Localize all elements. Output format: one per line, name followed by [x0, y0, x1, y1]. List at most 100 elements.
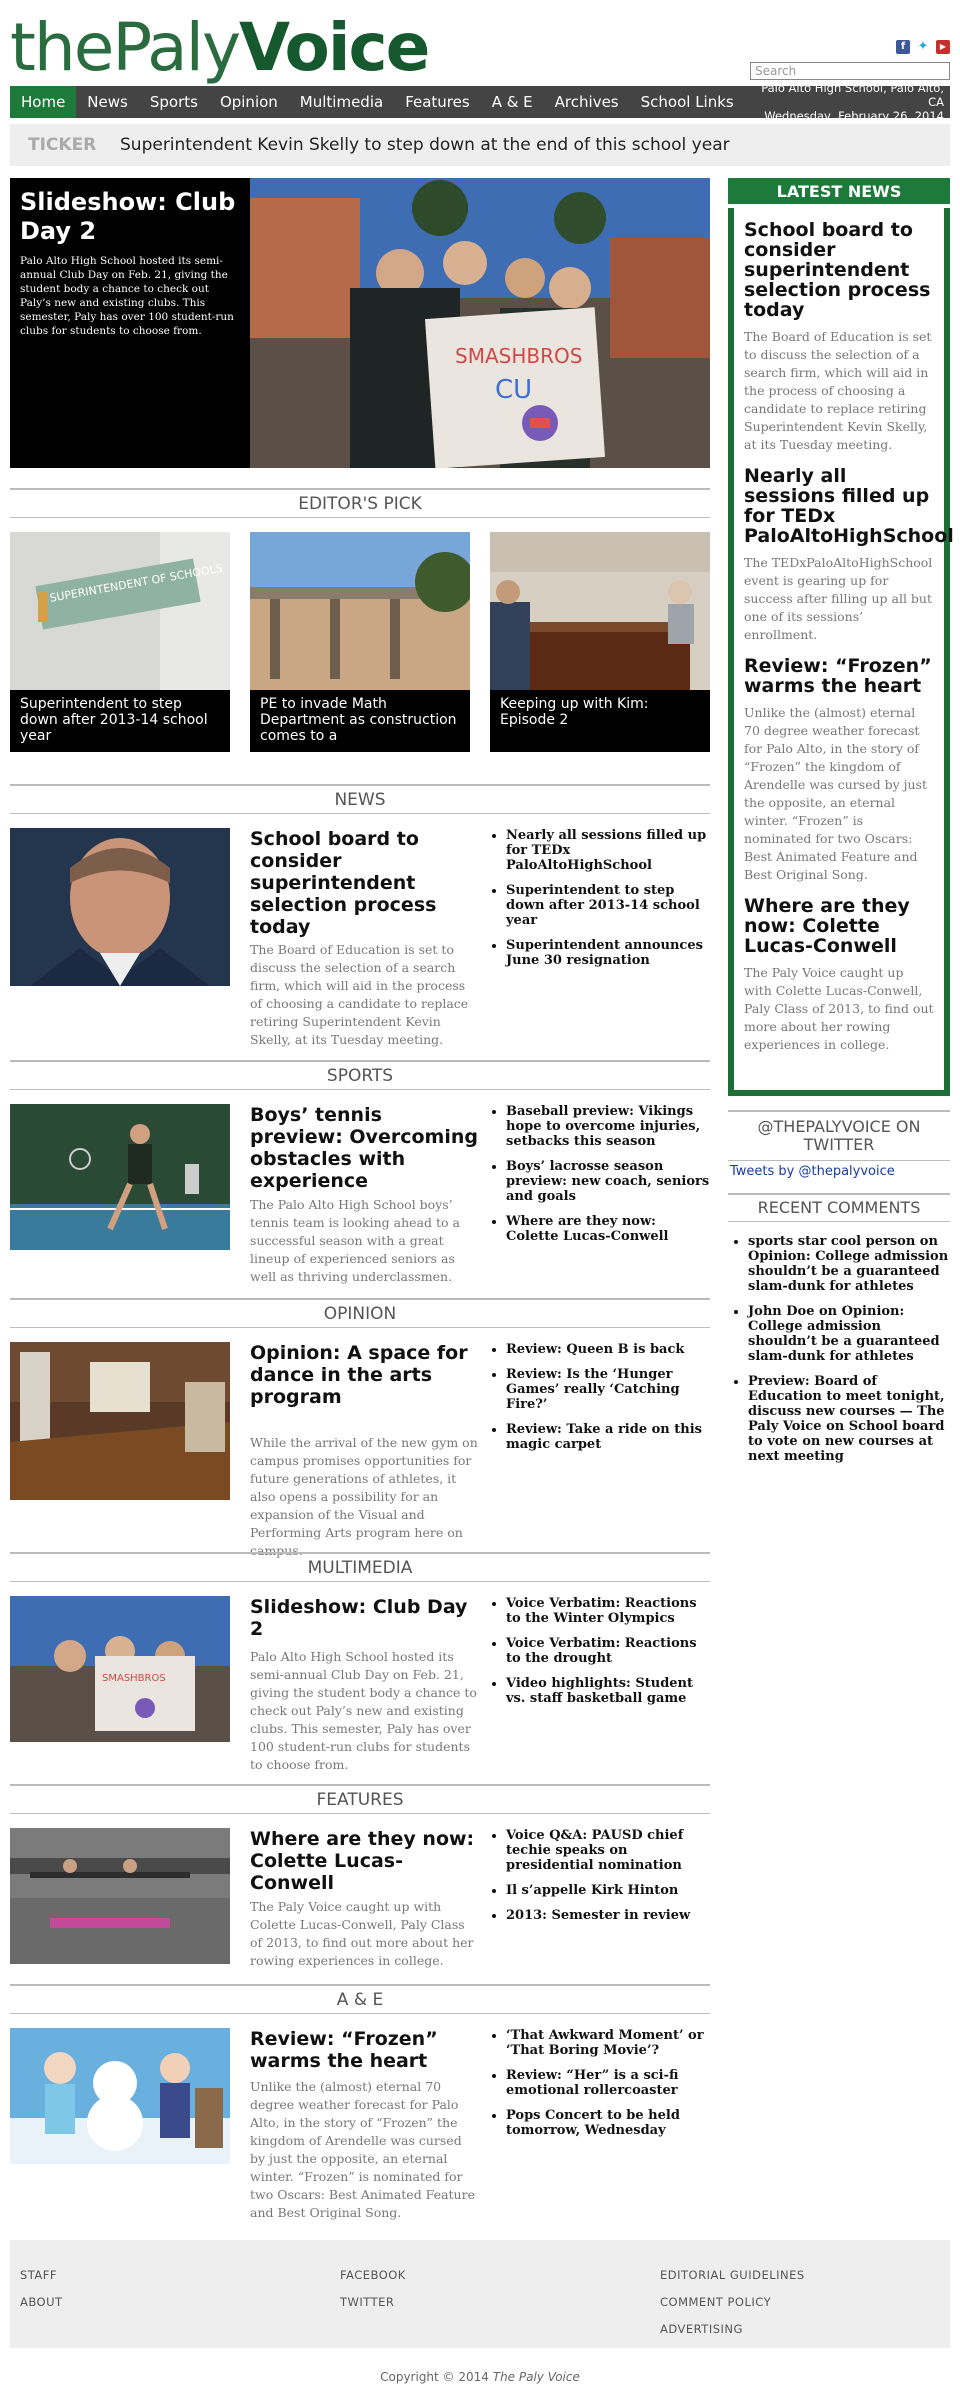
- opinion-link[interactable]: Review: Queen B is back: [506, 1342, 710, 1357]
- latest-item: Where are they now: Colette Lucas-Conwel…: [734, 896, 944, 1054]
- opinion-link[interactable]: Review: Take a ride on this magic carpet: [506, 1422, 710, 1452]
- features-title[interactable]: Where are they now: Colette Lucas-Conwel…: [250, 1828, 480, 1894]
- multimedia-title[interactable]: Slideshow: Club Day 2: [250, 1596, 480, 1640]
- a-and-e-summary: Unlike the (almost) eternal 70 degree we…: [250, 2079, 475, 2220]
- site-logo[interactable]: thePalyVoice: [10, 9, 430, 86]
- a-and-e-photo[interactable]: [10, 2028, 230, 2164]
- footer: STAFF ABOUT FACEBOOK TWITTER EDITORIAL G…: [10, 2240, 950, 2348]
- latest-summary: The Paly Voice caught up with Colette Lu…: [744, 965, 934, 1052]
- news-link[interactable]: Superintendent to step down after 2013-1…: [506, 883, 710, 928]
- featured-slideshow[interactable]: Slideshow: Club Day 2 Palo Alto High Sch…: [10, 178, 710, 468]
- ticker-label: TICKER: [28, 135, 97, 155]
- recent-comment[interactable]: sports star cool person on Opinion: Coll…: [748, 1234, 950, 1294]
- editors-pick-title: Superintendent to step down after 2013-1…: [10, 690, 230, 752]
- masthead: thePalyVoice f ✦ ▶ Search: [10, 0, 950, 86]
- current-date: Wednesday, February 26, 2014: [764, 109, 944, 123]
- nav-sports[interactable]: Sports: [139, 86, 209, 118]
- editors-pick-card[interactable]: PE to invade Math Department as construc…: [250, 532, 475, 752]
- opinion-links: Review: Queen B is back Review: Is the ‘…: [490, 1342, 710, 1462]
- nav-home[interactable]: Home: [10, 86, 77, 118]
- featured-caption: Slideshow: Club Day 2 Palo Alto High Sch…: [10, 178, 250, 468]
- youtube-icon[interactable]: ▶: [936, 40, 950, 54]
- news-link[interactable]: Nearly all sessions filled up for TEDx P…: [506, 828, 710, 873]
- features-link[interactable]: 2013: Semester in review: [506, 1908, 710, 1923]
- footer-link-about[interactable]: ABOUT: [20, 2289, 63, 2316]
- features-link[interactable]: Voice Q&A: PAUSD chief techie speaks on …: [506, 1828, 710, 1873]
- a-and-e-title[interactable]: Review: “Frozen” warms the heart: [250, 2028, 480, 2072]
- multimedia-link[interactable]: Voice Verbatim: Reactions to the drought: [506, 1636, 710, 1666]
- sports-link[interactable]: Where are they now: Colette Lucas-Conwel…: [506, 1214, 710, 1244]
- featured-photo: SMASHBROS CU: [250, 178, 710, 468]
- location-date: Palo Alto High School, Palo Alto, CA Wedn…: [745, 81, 950, 123]
- opinion-title[interactable]: Opinion: A space for dance in the arts p…: [250, 1342, 480, 1408]
- sports-heading[interactable]: SPORTS: [10, 1060, 710, 1090]
- news-links: Nearly all sessions filled up for TEDx P…: [490, 828, 710, 978]
- latest-item: Review: “Frozen” warms the heart Unlike …: [734, 656, 944, 884]
- editors-pick-card[interactable]: Keeping up with Kim: Episode 2: [490, 532, 710, 752]
- featured-title[interactable]: Slideshow: Club Day 2: [20, 188, 240, 246]
- nav-multimedia[interactable]: Multimedia: [289, 86, 394, 118]
- news-link[interactable]: Superintendent announces June 30 resigna…: [506, 938, 710, 968]
- features-photo[interactable]: [10, 1828, 230, 1964]
- twitter-feed-link[interactable]: Tweets by @thepalyvoice: [730, 1164, 895, 1179]
- footer-link-staff[interactable]: STAFF: [20, 2262, 63, 2289]
- facebook-icon[interactable]: f: [896, 40, 910, 54]
- footer-link-comment-policy[interactable]: COMMENT POLICY: [660, 2289, 805, 2316]
- nav-features[interactable]: Features: [394, 86, 481, 118]
- news-photo[interactable]: [10, 828, 230, 986]
- logo-voice: Voice: [239, 9, 430, 86]
- logo-the: the: [10, 9, 114, 86]
- features-heading[interactable]: FEATURES: [10, 1784, 710, 1814]
- multimedia-photo[interactable]: SMASHBROS: [10, 1596, 230, 1742]
- news-section: School board to consider superintendent …: [10, 828, 710, 1060]
- a-and-e-heading[interactable]: A & E: [10, 1984, 710, 2014]
- footer-col-1: STAFF ABOUT: [20, 2262, 63, 2316]
- footer-link-editorial-guidelines[interactable]: EDITORIAL GUIDELINES: [660, 2262, 805, 2289]
- nav-school-links[interactable]: School Links: [630, 86, 745, 118]
- latest-summary: The TEDxPaloAltoHighSchool event is gear…: [744, 555, 933, 642]
- editors-pick-card[interactable]: SUPERINTENDENT OF SCHOOLS Superintendent…: [10, 532, 230, 752]
- sports-photo[interactable]: [10, 1104, 230, 1250]
- sports-title[interactable]: Boys’ tennis preview: Overcoming obstacl…: [250, 1104, 480, 1192]
- nav-news[interactable]: News: [76, 86, 139, 118]
- multimedia-link[interactable]: Voice Verbatim: Reactions to the Winter …: [506, 1596, 710, 1626]
- recent-comment[interactable]: Preview: Board of Education to meet toni…: [748, 1374, 950, 1464]
- latest-title[interactable]: Nearly all sessions filled up for TEDx P…: [744, 466, 954, 546]
- nav-archives[interactable]: Archives: [544, 86, 630, 118]
- latest-title[interactable]: Review: “Frozen” warms the heart: [744, 656, 934, 696]
- editors-pick-heading: EDITOR'S PICK: [10, 488, 710, 518]
- ticker-headline[interactable]: Superintendent Kevin Skelly to step down…: [120, 135, 730, 155]
- twitter-icon[interactable]: ✦: [916, 40, 930, 54]
- latest-title[interactable]: School board to consider superintendent …: [744, 220, 934, 320]
- multimedia-heading[interactable]: MULTIMEDIA: [10, 1552, 710, 1582]
- sports-link[interactable]: Baseball preview: Vikings hope to overco…: [506, 1104, 710, 1149]
- footer-link-twitter[interactable]: TWITTER: [340, 2289, 406, 2316]
- features-link[interactable]: Il s’appelle Kirk Hinton: [506, 1883, 710, 1898]
- footer-link-advertising[interactable]: ADVERTISING: [660, 2316, 805, 2343]
- latest-title[interactable]: Where are they now: Colette Lucas-Conwel…: [744, 896, 934, 956]
- news-title[interactable]: School board to consider superintendent …: [250, 828, 480, 938]
- multimedia-link[interactable]: Video highlights: Student vs. staff bask…: [506, 1676, 710, 1706]
- latest-news-heading: LATEST NEWS: [728, 178, 950, 208]
- nav-opinion[interactable]: Opinion: [209, 86, 289, 118]
- recent-comment[interactable]: John Doe on Opinion: College admission s…: [748, 1304, 950, 1364]
- sports-section: Boys’ tennis preview: Overcoming obstacl…: [10, 1104, 710, 1294]
- nav-a-and-e[interactable]: A & E: [481, 86, 544, 118]
- editors-pick-photo: [250, 532, 475, 690]
- a-and-e-link[interactable]: Review: “Her” is a sci-fi emotional roll…: [506, 2068, 710, 2098]
- multimedia-links: Voice Verbatim: Reactions to the Winter …: [490, 1596, 710, 1716]
- sports-link[interactable]: Boys’ lacrosse season preview: new coach…: [506, 1159, 710, 1204]
- sign-text: SMASHBROS: [455, 344, 582, 368]
- opinion-link[interactable]: Review: Is the ‘Hunger Games’ really ‘Ca…: [506, 1367, 710, 1412]
- multimedia-section: SMASHBROS Slideshow: Club Day 2 Palo Alt…: [10, 1596, 710, 1776]
- search-input[interactable]: Search: [750, 62, 950, 80]
- opinion-photo[interactable]: [10, 1342, 230, 1500]
- footer-link-facebook[interactable]: FACEBOOK: [340, 2262, 406, 2289]
- features-section: Where are they now: Colette Lucas-Conwel…: [10, 1828, 710, 1988]
- opinion-heading[interactable]: OPINION: [10, 1298, 710, 1328]
- a-and-e-link[interactable]: Pops Concert to be held tomorrow, Wednes…: [506, 2108, 710, 2138]
- news-heading[interactable]: NEWS: [10, 784, 710, 814]
- a-and-e-link[interactable]: ‘That Awkward Moment’ or ‘That Boring Mo…: [506, 2028, 710, 2058]
- a-and-e-links: ‘That Awkward Moment’ or ‘That Boring Mo…: [490, 2028, 710, 2148]
- sports-links: Baseball preview: Vikings hope to overco…: [490, 1104, 710, 1254]
